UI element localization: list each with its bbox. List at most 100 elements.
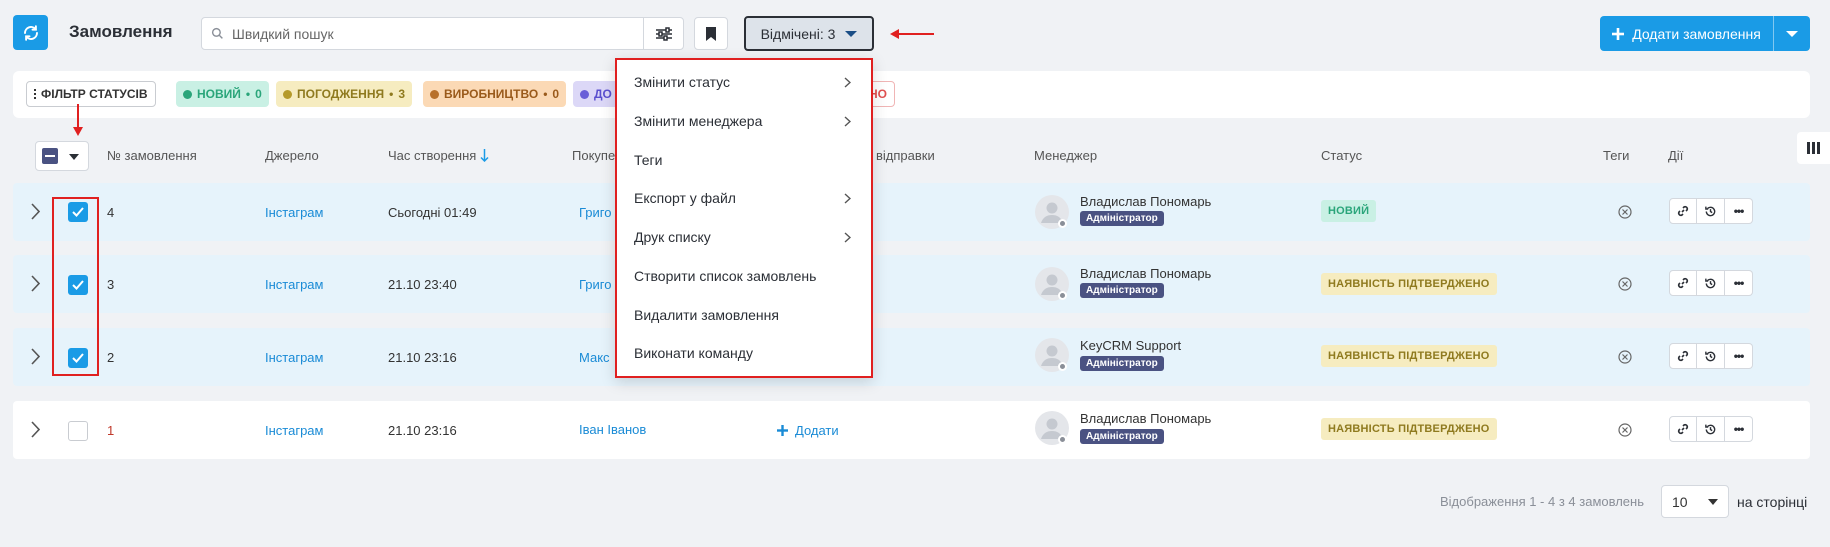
sort-down-icon xyxy=(480,149,489,163)
annotation-arrow-shaft xyxy=(897,33,934,35)
row-checkbox[interactable] xyxy=(68,421,88,441)
more-button[interactable]: ••• xyxy=(1725,343,1753,369)
status-dot xyxy=(183,89,192,99)
status-badge[interactable]: НАЯВНІСТЬ ПІДТВЕРДЖЕНО xyxy=(1321,345,1497,367)
status-filter-button[interactable]: ФІЛЬТР СТАТУСІВ xyxy=(26,81,156,107)
copy-link-button[interactable] xyxy=(1669,270,1697,296)
order-buyer[interactable]: Григо xyxy=(579,205,612,220)
menu-item-run-command[interactable]: Виконати команду xyxy=(634,343,851,363)
order-number[interactable]: 2 xyxy=(107,350,114,365)
history-button[interactable] xyxy=(1697,416,1725,442)
copy-link-button[interactable] xyxy=(1669,343,1697,369)
col-header-delivery[interactable]: відправки xyxy=(876,148,935,163)
add-order-main[interactable]: Додати замовлення xyxy=(1600,16,1774,51)
status-badge[interactable]: НАЯВНІСТЬ ПІДТВЕРДЖЕНО xyxy=(1321,273,1497,295)
add-order-button[interactable]: Додати замовлення xyxy=(1600,16,1810,51)
status-chip-new[interactable]: НОВИЙ • 0 xyxy=(176,81,269,107)
history-button[interactable] xyxy=(1697,198,1725,224)
bullet: • xyxy=(245,87,251,101)
presence-dot xyxy=(1058,362,1067,371)
bullet: • xyxy=(543,87,548,101)
menu-item-change-status[interactable]: Змінити статус xyxy=(634,72,851,92)
more-button[interactable]: ••• xyxy=(1725,198,1753,224)
select-all-control[interactable] xyxy=(35,141,89,171)
menu-item-create-order-list[interactable]: Створити список замовлень xyxy=(634,266,851,286)
expand-chevron-icon[interactable] xyxy=(30,203,40,220)
status-chip-approval[interactable]: ПОГОДЖЕННЯ • 3 xyxy=(276,81,413,107)
order-source[interactable]: Інстаграм xyxy=(265,350,323,365)
col-header-tags[interactable]: Теги xyxy=(1603,148,1629,163)
refresh-button[interactable] xyxy=(13,15,48,50)
order-source[interactable]: Інстаграм xyxy=(265,277,323,292)
tag-remove-icon[interactable] xyxy=(1618,350,1632,364)
status-chip-count: 0 xyxy=(552,87,560,101)
table-row[interactable]: 3 Інстаграм 21.10 23:40 Григо Владислав … xyxy=(13,255,1810,313)
add-order-label: Додати замовлення xyxy=(1632,25,1761,42)
search-input[interactable] xyxy=(232,25,643,42)
menu-item-label: Видалити замовлення xyxy=(634,307,779,323)
chevron-down-icon[interactable] xyxy=(69,154,79,160)
search-settings-button[interactable] xyxy=(643,18,683,49)
add-delivery-button[interactable]: Додати xyxy=(777,423,839,438)
expand-chevron-icon[interactable] xyxy=(30,421,40,438)
col-header-manager[interactable]: Менеджер xyxy=(1034,148,1097,163)
more-button[interactable]: ••• xyxy=(1725,416,1753,442)
status-badge[interactable]: НОВИЙ xyxy=(1321,200,1377,222)
history-icon xyxy=(1705,424,1716,434)
row-actions: ••• xyxy=(1669,198,1753,224)
chevron-down-icon xyxy=(1786,30,1798,37)
select-all-checkbox[interactable] xyxy=(42,148,58,164)
chevron-right-icon xyxy=(844,115,851,127)
order-buyer[interactable]: Григо xyxy=(579,277,612,292)
manager-role-badge: Адміністратор xyxy=(1080,211,1164,226)
more-button[interactable]: ••• xyxy=(1725,270,1753,296)
add-order-dropdown[interactable] xyxy=(1774,16,1810,51)
bookmark-icon xyxy=(706,26,716,41)
selected-count-label: Відмічені: 3 xyxy=(760,25,836,42)
sliders-icon xyxy=(655,26,672,41)
menu-item-tags[interactable]: Теги xyxy=(634,150,851,170)
chevron-down-icon xyxy=(845,30,858,37)
status-chip-delivery[interactable]: ДО xyxy=(573,81,619,107)
menu-item-export[interactable]: Експорт у файл xyxy=(634,188,851,208)
col-header-buyer[interactable]: Покупе xyxy=(572,148,615,163)
status-chip-production[interactable]: ВИРОБНИЦТВО • 0 xyxy=(423,81,567,107)
link-icon xyxy=(1677,205,1689,217)
copy-link-button[interactable] xyxy=(1669,416,1697,442)
history-button[interactable] xyxy=(1697,270,1725,296)
col-header-number[interactable]: № замовлення xyxy=(107,148,197,163)
columns-icon xyxy=(1807,142,1820,154)
order-buyer[interactable]: Іван Іванов xyxy=(579,422,646,437)
expand-chevron-icon[interactable] xyxy=(30,275,40,292)
tag-remove-icon[interactable] xyxy=(1618,423,1632,437)
history-button[interactable] xyxy=(1697,343,1725,369)
selected-actions-button[interactable]: Відмічені: 3 xyxy=(744,16,874,51)
column-settings-button[interactable] xyxy=(1797,132,1830,164)
copy-link-button[interactable] xyxy=(1669,198,1697,224)
col-header-created[interactable]: Час створення xyxy=(388,148,489,163)
col-header-source[interactable]: Джерело xyxy=(265,148,319,163)
table-row[interactable]: 2 Інстаграм 21.10 23:16 Макс KeyCRM Supp… xyxy=(13,328,1810,386)
col-header-status[interactable]: Статус xyxy=(1321,148,1362,163)
table-row[interactable]: 1 Інстаграм 21.10 23:16 Іван Іванов Дода… xyxy=(13,401,1810,459)
quick-search[interactable] xyxy=(201,17,684,50)
order-buyer[interactable]: Макс xyxy=(579,350,610,365)
menu-item-change-manager[interactable]: Змінити менеджера xyxy=(634,111,851,131)
per-page-select[interactable]: 10 xyxy=(1661,485,1729,518)
order-number[interactable]: 3 xyxy=(107,277,114,292)
status-badge[interactable]: НАЯВНІСТЬ ПІДТВЕРДЖЕНО xyxy=(1321,418,1497,440)
table-row[interactable]: 4 Інстаграм Сьогодні 01:49 Григо Владисл… xyxy=(13,183,1810,241)
tag-remove-icon[interactable] xyxy=(1618,277,1632,291)
order-number[interactable]: 1 xyxy=(107,423,114,438)
order-source[interactable]: Інстаграм xyxy=(265,205,323,220)
manager-name: KeyCRM Support xyxy=(1080,338,1182,353)
order-number[interactable]: 4 xyxy=(107,205,114,220)
menu-item-print-list[interactable]: Друк списку xyxy=(634,227,851,247)
tag-remove-icon[interactable] xyxy=(1618,205,1632,219)
expand-chevron-icon[interactable] xyxy=(30,348,40,365)
menu-item-delete-orders[interactable]: Видалити замовлення xyxy=(634,305,851,325)
status-chip-count: 0 xyxy=(255,87,262,101)
order-source[interactable]: Інстаграм xyxy=(265,423,323,438)
chevron-right-icon xyxy=(844,76,851,88)
saved-filters-button[interactable] xyxy=(694,17,728,50)
